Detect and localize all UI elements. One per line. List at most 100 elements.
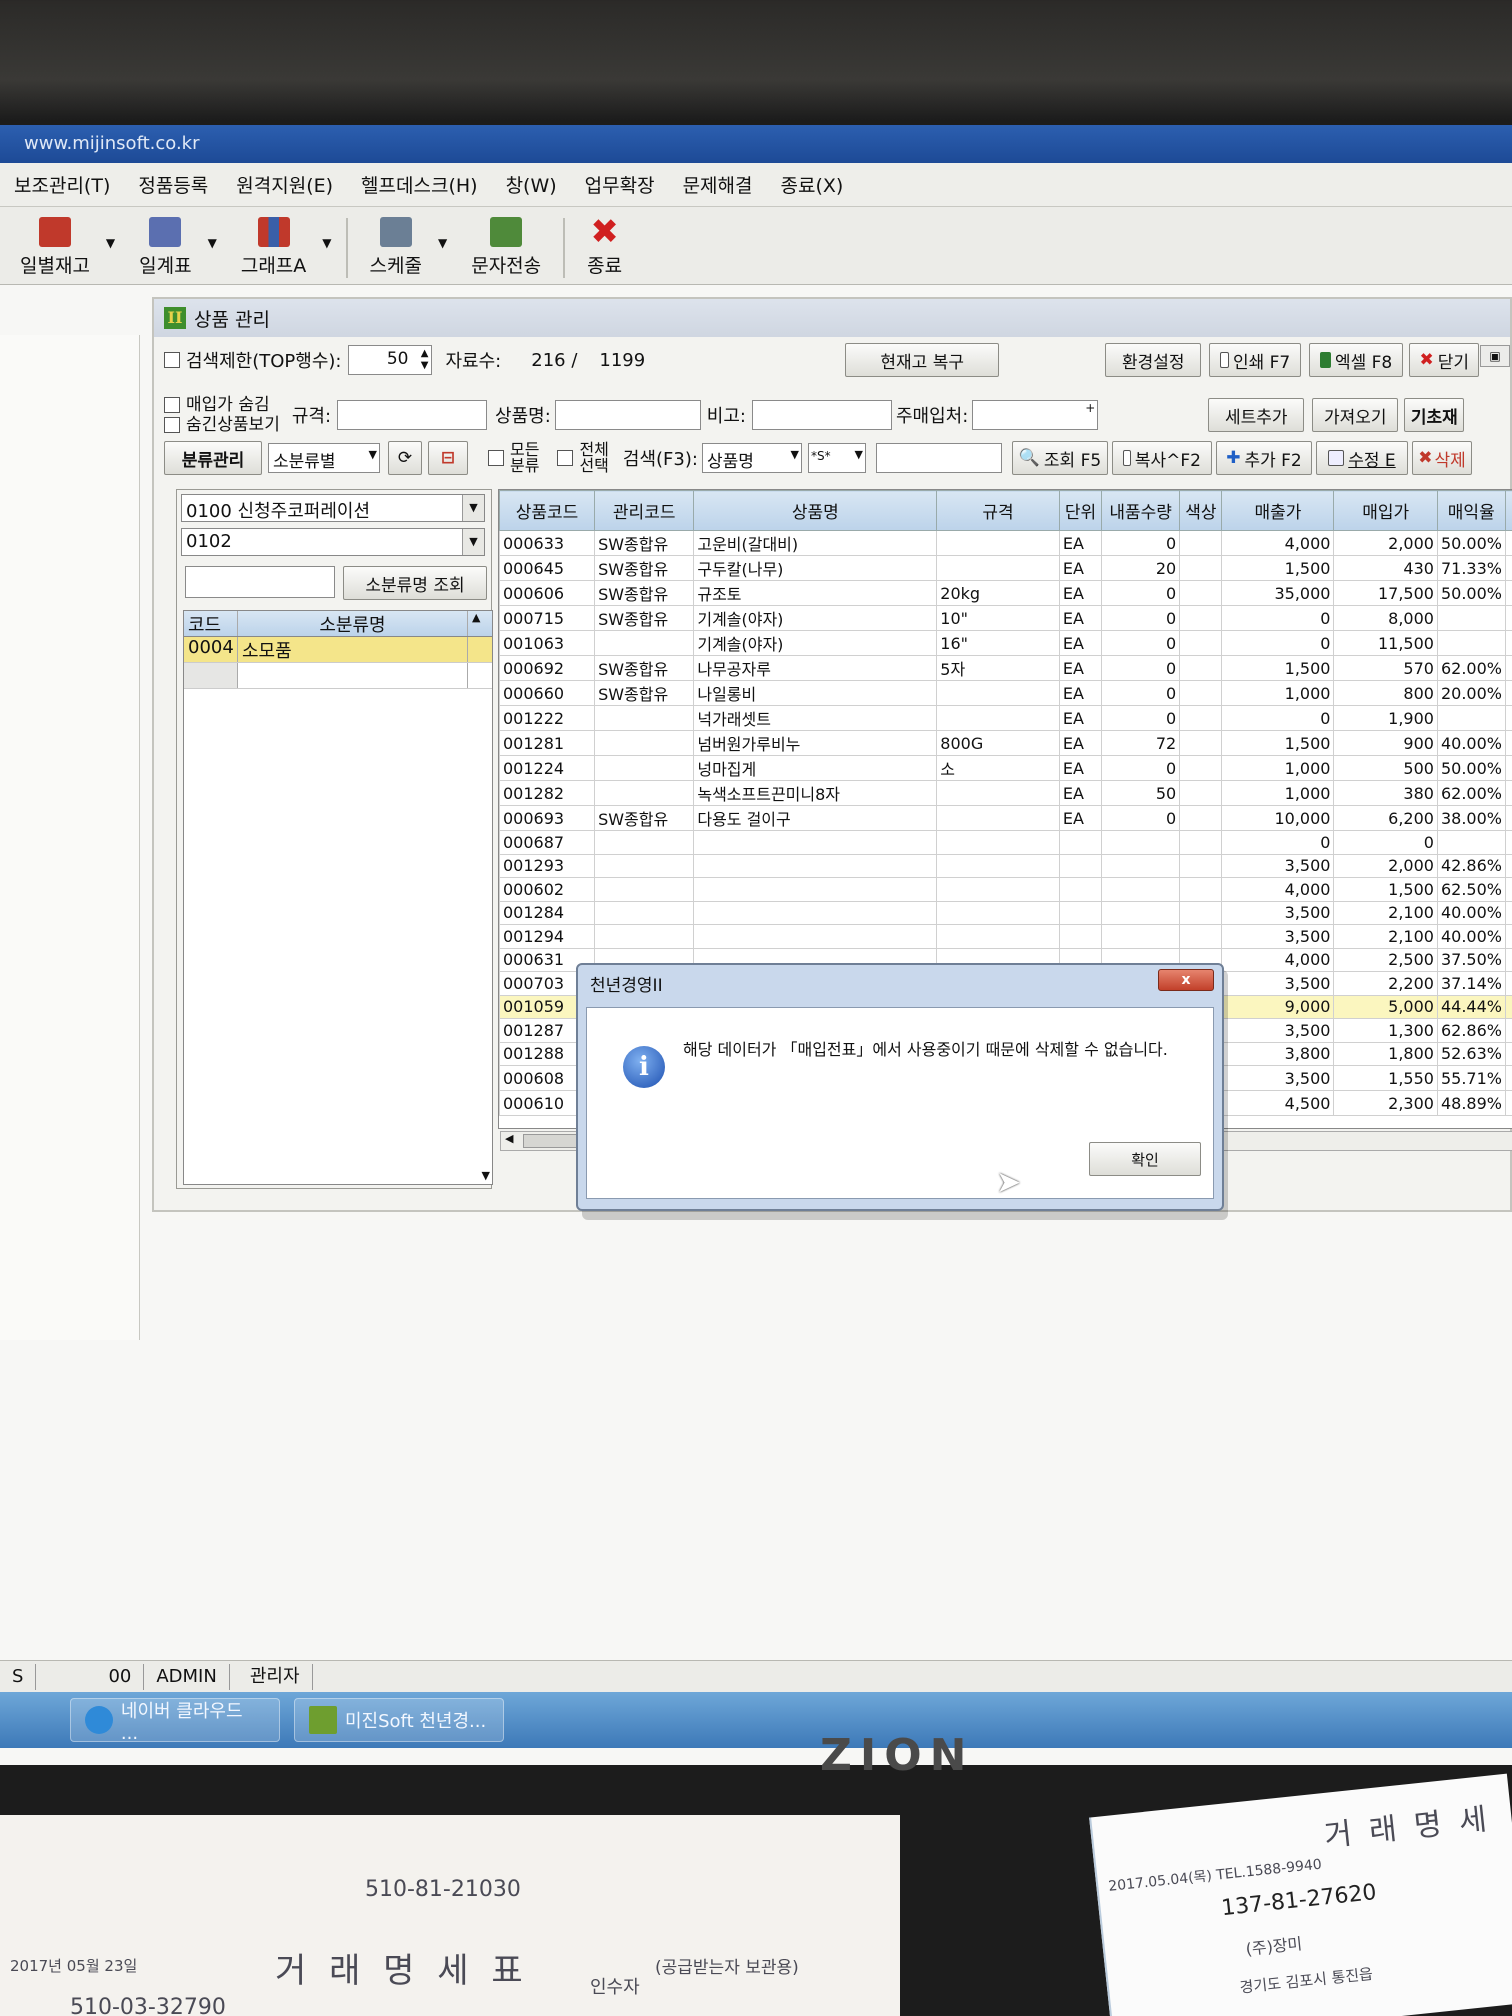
scroll-down-icon[interactable]: ▼ [482, 1169, 490, 1182]
name-input[interactable] [554, 400, 701, 430]
column-header-3[interactable]: 규격 [936, 490, 1060, 531]
hide-purchase-checkbox[interactable] [164, 397, 180, 413]
table-row[interactable]: 001282 녹색소프트끈미니8자 EA 50 1,000 380 62.00% [499, 780, 1512, 806]
search-field-select[interactable]: 상품명 ▼ [701, 443, 802, 473]
chevron-down-icon[interactable]: ▼ [462, 495, 484, 521]
table-row[interactable]: 000633 SW종합유 고운비(갈대비) EA 0 4,000 2,000 50.00% [499, 530, 1512, 556]
all-categories-checkbox[interactable] [488, 450, 504, 466]
copy-button[interactable]: 복사^F2 [1111, 441, 1212, 475]
column-header-7[interactable]: 매출가 [1221, 490, 1335, 531]
refresh-button[interactable]: ⟳ [388, 441, 422, 475]
taskbar-item-app[interactable]: 미진Soft 천년경... [294, 1698, 504, 1742]
excel-button[interactable]: 엑셀 F8 [1309, 343, 1404, 377]
env-settings-button[interactable]: 환경설정 [1105, 343, 1202, 377]
daily-ledger-button[interactable]: 일계표 [123, 217, 207, 278]
taskbar-item-browser[interactable]: 네이버 클라우드 ... [70, 1698, 280, 1744]
print-button[interactable]: 인쇄 F7 [1209, 343, 1302, 377]
schedule-button[interactable]: 스케줄 [354, 217, 438, 278]
menu-item-extension[interactable]: 업무확장 [585, 171, 655, 198]
table-row[interactable]: 000660 SW종합유 나일롱비 EA 0 1,000 800 20.00% [499, 680, 1512, 706]
table-row[interactable]: 000602 4,000 1,500 62.50% [499, 877, 1512, 902]
major-category-select[interactable]: 0100 신청주코퍼레이션 ▼ [181, 494, 485, 522]
delete-button[interactable]: ✖ 삭제 [1411, 441, 1472, 475]
hidden-products-checkbox[interactable] [164, 417, 180, 433]
menu-item-helpdesk[interactable]: 헬프데스크(H) [361, 171, 478, 198]
select-all-checkbox[interactable] [557, 450, 574, 466]
column-header-10[interactable]: 최소보 [1504, 490, 1512, 531]
search-mode-select[interactable]: *S* ▼ [807, 443, 866, 473]
chevron-down-icon[interactable]: ▼ [438, 236, 447, 250]
hidden-products-option[interactable]: 숨긴상품보기 [164, 415, 280, 435]
search-input[interactable] [875, 443, 1002, 473]
exit-button[interactable]: ✖ 종료 [571, 215, 638, 278]
graph-button[interactable]: 그래프A [225, 217, 322, 278]
scroll-up-icon[interactable]: ▲ [468, 611, 488, 636]
column-header-5[interactable]: 내품수량 [1101, 490, 1181, 531]
category-manage-button[interactable]: 분류관리 [164, 441, 262, 475]
search-limit-input[interactable]: 50 ▲ ▼ [347, 345, 432, 375]
table-row[interactable]: 000606 SW종합유 규조토 20kg EA 0 35,000 17,500 50.00% [499, 580, 1512, 606]
column-header-2[interactable]: 상품명 [693, 490, 938, 531]
menu-item-troubleshoot[interactable]: 문제해결 [683, 171, 753, 198]
column-header-8[interactable]: 매입가 [1333, 490, 1438, 531]
add-button[interactable]: ✚ 추가 F2 [1215, 441, 1312, 475]
menu-item-register[interactable]: 정품등록 [138, 171, 208, 198]
spec-input[interactable] [337, 400, 488, 430]
table-row[interactable]: 000715 SW종합유 기계솔(야자) 10" EA 0 0 8,000 [499, 605, 1512, 631]
middle-category-select[interactable]: 0102 ▼ [181, 528, 485, 556]
sms-button[interactable]: 문자전송 [455, 217, 557, 278]
daily-stock-button[interactable]: 일별재고 [4, 217, 106, 278]
main-supplier-input[interactable]: + [972, 400, 1099, 430]
set-add-button[interactable]: 세트추가 [1208, 398, 1305, 432]
chevron-down-icon[interactable]: ▼ [322, 236, 331, 250]
fetch-button[interactable]: 가져오기 [1312, 398, 1399, 432]
spinner-icon[interactable]: ▲ ▼ [421, 348, 429, 372]
edit-button[interactable]: 수정 E [1315, 441, 1408, 475]
subcategory-lookup-button[interactable]: 소분류명 조회 [343, 566, 487, 600]
chevron-down-icon[interactable]: ▼ [790, 448, 798, 461]
subcategory-select[interactable]: 소분류별 ▼ [268, 443, 380, 473]
table-row[interactable]: 001281 넘버원가루비누 800G EA 72 1,500 900 40.00% [499, 730, 1512, 756]
subcategory-name-input[interactable] [185, 566, 335, 598]
table-row[interactable]: 001224 넝마집게 소 EA 0 1,000 500 50.00% [499, 755, 1512, 781]
chevron-down-icon[interactable]: ▼ [106, 236, 115, 250]
table-row[interactable]: 001063 기계솔(야자) 16" EA 0 0 11,500 [499, 630, 1512, 656]
menu-item-window[interactable]: 창(W) [506, 171, 557, 198]
column-header-0[interactable]: 상품코드 [499, 490, 596, 531]
chevron-down-icon[interactable]: ▼ [369, 448, 377, 461]
search-limit-checkbox[interactable] [164, 352, 180, 368]
column-header-9[interactable]: 매익율 [1436, 490, 1506, 531]
hide-purchase-option[interactable]: 매입가 숨김 [164, 395, 280, 415]
maximize-icon[interactable]: ▣ [1480, 345, 1510, 367]
column-header-1[interactable]: 관리코드 [594, 490, 695, 531]
menu-item-exit[interactable]: 종료(X) [781, 171, 844, 198]
restore-stock-button[interactable]: 현재고 복구 [845, 343, 1000, 377]
query-button[interactable]: 🔍 조회 F5 [1011, 441, 1108, 475]
note-input[interactable] [751, 400, 892, 430]
column-header-6[interactable]: 색상 [1179, 490, 1223, 531]
subcategory-row-empty[interactable] [184, 663, 492, 689]
chevron-down-icon[interactable]: ▼ [854, 448, 862, 461]
column-header-subcategory[interactable]: 소분류명 [238, 611, 468, 636]
table-row[interactable]: 001284 3,500 2,100 40.00% [499, 900, 1512, 925]
menu-item-sub-manage[interactable]: 보조관리(T) [14, 171, 110, 198]
table-row[interactable]: 001222 넉가래셋트 EA 0 0 1,900 [499, 705, 1512, 731]
dialog-close-button[interactable]: x [1158, 969, 1214, 991]
chevron-down-icon[interactable]: ▼ [208, 236, 217, 250]
table-row[interactable]: 000645 SW종합유 구두칼(나무) EA 20 1,500 430 71.33% [499, 555, 1512, 581]
ok-button[interactable]: 확인 [1089, 1142, 1201, 1176]
basic-button[interactable]: 기초재 [1404, 398, 1465, 432]
table-row[interactable]: 000692 SW종합유 나무공자루 5자 EA 0 1,500 570 62.00% [499, 655, 1512, 681]
table-row[interactable]: 000693 SW종합유 다용도 걸이구 EA 0 10,000 6,200 38.00% [499, 805, 1512, 831]
column-header-code[interactable]: 코드 [184, 611, 238, 636]
table-row[interactable]: 001294 3,500 2,100 40.00% [499, 924, 1512, 949]
scroll-left-icon[interactable]: ◀ [505, 1132, 513, 1145]
menu-item-remote-support[interactable]: 원격지원(E) [236, 171, 333, 198]
column-header-4[interactable]: 단위 [1058, 490, 1103, 531]
chevron-down-icon[interactable]: ▼ [462, 529, 484, 555]
subcategory-row[interactable]: 0004 소모품 [184, 637, 492, 663]
table-row[interactable]: 001293 3,500 2,000 42.86% [499, 853, 1512, 878]
close-window-button[interactable]: ✖ 닫기 [1409, 343, 1480, 377]
collapse-button[interactable]: ⊟ [428, 441, 468, 475]
table-row[interactable]: 000687 0 0 [499, 830, 1512, 855]
